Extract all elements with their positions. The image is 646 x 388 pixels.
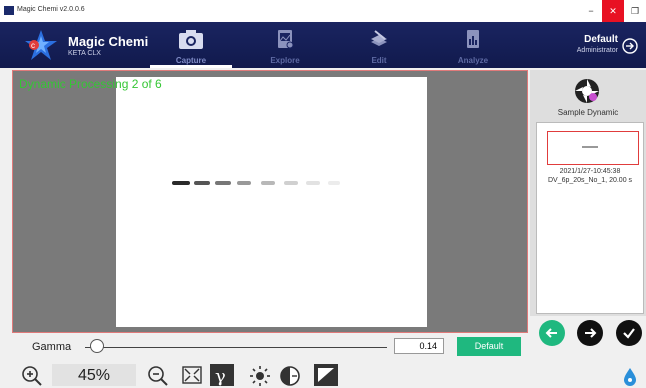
logout-icon[interactable] xyxy=(622,38,638,54)
nav-capture[interactable]: Capture xyxy=(144,22,238,68)
blot-band xyxy=(194,181,210,185)
thumbnail-info: 2021/1/27-10:45:38 DV_6p_20s_No_1, 20.00… xyxy=(537,167,643,185)
blot-band xyxy=(284,181,298,185)
zoom-level: 45% xyxy=(52,364,136,386)
blot-band xyxy=(215,181,231,185)
nav-capture-label: Capture xyxy=(175,56,207,65)
next-button[interactable] xyxy=(577,320,603,346)
arrow-right-icon xyxy=(585,328,597,338)
invert-icon[interactable] xyxy=(314,364,338,386)
gamma-control: Gamma 0.14 Default xyxy=(0,334,530,360)
sample-dynamic-label: Sample Dynamic xyxy=(557,108,619,117)
fit-to-window-icon[interactable] xyxy=(180,364,204,386)
nav-edit-label: Edit xyxy=(371,56,387,65)
close-button[interactable]: ✕ xyxy=(602,0,624,22)
info-drop-icon[interactable] xyxy=(618,364,642,386)
gamma-value-field[interactable]: 0.14 xyxy=(394,338,444,354)
thumbnail-band xyxy=(582,146,598,148)
blot-band xyxy=(172,181,190,185)
thumbnail-date: 2021/1/27-10:45:38 xyxy=(559,168,621,175)
camera-icon xyxy=(179,30,203,49)
nav-explore[interactable]: Explore xyxy=(238,22,332,68)
active-tab-indicator xyxy=(150,65,232,68)
thumbnail-list[interactable]: 2021/1/27-10:45:38 DV_6p_20s_No_1, 20.00… xyxy=(536,122,644,314)
brightness-icon[interactable] xyxy=(248,364,272,386)
side-panel: Sample Dynamic 2021/1/27-10:45:38 DV_6p_… xyxy=(530,70,646,316)
user-info: Default Administrator xyxy=(577,34,618,54)
magic-chemi-logo: c xyxy=(25,30,57,60)
nav-analyze-label: Analyze xyxy=(457,56,489,65)
back-button[interactable] xyxy=(539,320,565,346)
zoom-in-icon[interactable] xyxy=(20,364,44,386)
bottom-toolbar: 45% γ xyxy=(0,360,646,386)
blot-band xyxy=(328,181,340,185)
check-icon xyxy=(623,328,635,339)
app-icon xyxy=(4,6,14,15)
nav-edit[interactable]: Edit xyxy=(332,22,426,68)
svg-text:c: c xyxy=(31,41,35,50)
app-header: c Magic Chemi KETA CLX Capture Explore E… xyxy=(0,22,646,68)
brand-name: Magic Chemi xyxy=(68,34,149,49)
gamma-slider-thumb[interactable] xyxy=(90,339,105,353)
blot-image xyxy=(116,77,427,327)
folder-image-icon xyxy=(278,30,294,49)
nav-analyze[interactable]: Analyze xyxy=(426,22,520,68)
thumbnail-selected[interactable] xyxy=(547,131,639,165)
window-title: Magic Chemi v2.0.0.6 xyxy=(17,6,85,13)
nav-explore-label: Explore xyxy=(270,56,300,65)
edit-layers-icon xyxy=(371,30,387,46)
default-button[interactable]: Default xyxy=(457,337,521,356)
user-name: Default xyxy=(584,34,618,45)
brand-subtitle: KETA CLX xyxy=(68,50,101,57)
thumbnail-name: DV_6p_20s_No_1, 20.00 s xyxy=(547,177,633,184)
contrast-icon[interactable] xyxy=(278,364,302,386)
gamma-slider-track[interactable] xyxy=(85,347,387,348)
window-titlebar: Magic Chemi v2.0.0.6 − ✕ ❐ xyxy=(0,0,646,22)
gamma-label: Gamma xyxy=(32,341,72,353)
gamma-tool-icon[interactable]: γ xyxy=(210,364,234,386)
analyze-document-icon xyxy=(467,30,479,48)
confirm-button[interactable] xyxy=(616,320,642,346)
sample-dynamic-icon[interactable] xyxy=(574,78,600,104)
svg-text:γ: γ xyxy=(215,366,226,386)
user-role: Administrator xyxy=(576,47,618,54)
image-viewer[interactable]: Dynamic Processing 2 of 6 xyxy=(12,70,528,333)
blot-band xyxy=(237,181,251,185)
blot-band xyxy=(306,181,320,185)
restore-button[interactable]: ❐ xyxy=(624,0,646,22)
minimize-button[interactable]: − xyxy=(580,0,602,22)
blot-band xyxy=(261,181,275,185)
processing-status: Dynamic Processing 2 of 6 xyxy=(19,77,162,91)
arrow-left-icon xyxy=(545,328,557,338)
zoom-out-icon[interactable] xyxy=(146,364,170,386)
